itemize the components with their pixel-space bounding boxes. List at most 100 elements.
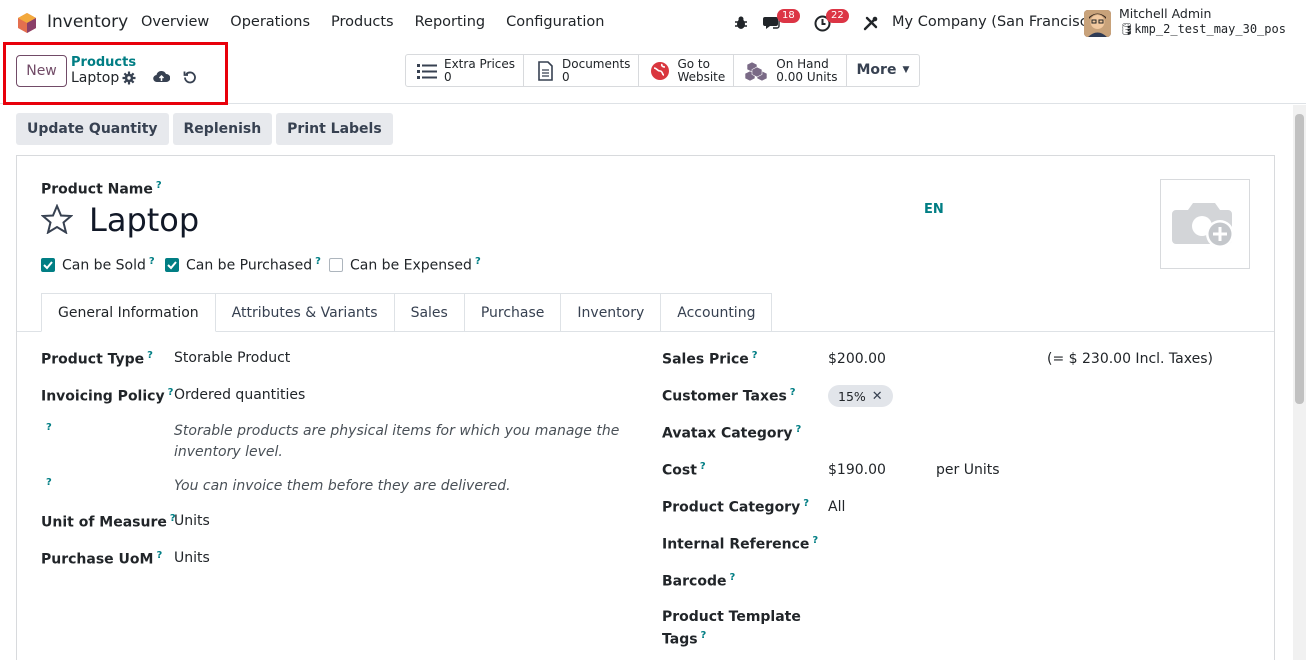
help-icon[interactable]: ?	[803, 498, 809, 509]
list-icon	[417, 63, 437, 79]
help-icon[interactable]: ?	[156, 180, 162, 191]
internal-reference-label: Internal Reference?	[662, 535, 819, 553]
app-name[interactable]: Inventory	[47, 12, 128, 32]
product-type-label: Product Type?	[41, 350, 153, 368]
avatar[interactable]	[1084, 10, 1111, 37]
inventory-app-icon[interactable]	[16, 12, 38, 34]
update-quantity-button[interactable]: Update Quantity	[16, 113, 169, 145]
product-template-tags-label: Product Template	[662, 609, 801, 625]
tab-general-information[interactable]: General Information	[41, 293, 216, 332]
close-icon[interactable]: ✕	[872, 389, 883, 404]
help-icon[interactable]: ?	[729, 572, 735, 583]
on-hand-button[interactable]: On Hand 0.00 Units	[734, 55, 847, 86]
invoicing-policy-label: Invoicing Policy?	[41, 387, 174, 405]
can-be-expensed-label: Can be Expensed?	[350, 256, 481, 274]
star-icon[interactable]	[41, 204, 73, 234]
menu-operations[interactable]: Operations	[230, 14, 310, 30]
highlight-box	[3, 42, 228, 105]
tab-attributes-variants[interactable]: Attributes & Variants	[215, 293, 395, 332]
cost-field[interactable]: $190.00	[828, 462, 886, 478]
sales-price-field[interactable]: $200.00	[828, 351, 886, 367]
menu-configuration[interactable]: Configuration	[506, 14, 604, 30]
form-tabs: General Information Attributes & Variant…	[41, 293, 773, 332]
tab-accounting[interactable]: Accounting	[661, 293, 773, 332]
replenish-button[interactable]: Replenish	[172, 113, 273, 145]
help-icon[interactable]: ?	[752, 350, 758, 361]
go-to-website-button[interactable]: Go to Website	[639, 55, 735, 86]
sales-price-label: Sales Price?	[662, 350, 758, 368]
add-photo-icon	[1172, 203, 1234, 248]
help-icon[interactable]: ?	[790, 387, 796, 398]
tab-inventory[interactable]: Inventory	[561, 293, 662, 332]
storable-note: Storable products are physical items for…	[174, 423, 620, 460]
check-icon	[43, 261, 53, 270]
can-be-sold-checkbox[interactable]	[41, 258, 55, 272]
help-icon[interactable]: ?	[147, 350, 153, 361]
invoicing-policy-field[interactable]: Ordered quantities	[174, 387, 305, 403]
help-icon[interactable]: ?	[475, 256, 481, 267]
product-category-field[interactable]: All	[828, 499, 845, 515]
menu-overview[interactable]: Overview	[141, 14, 209, 30]
database-icon: 🛢	[1119, 22, 1135, 36]
can-be-expensed-checkbox[interactable]	[329, 258, 343, 272]
tab-purchase[interactable]: Purchase	[464, 293, 562, 332]
more-button[interactable]: More ▼	[847, 55, 920, 86]
tab-sales[interactable]: Sales	[394, 293, 465, 332]
can-be-purchased-label: Can be Purchased?	[186, 256, 321, 274]
help-icon[interactable]: ?	[168, 387, 174, 398]
action-bar: Update Quantity Replenish Print Labels	[16, 113, 397, 145]
product-template-tags-label-2: Tags?	[662, 630, 707, 648]
settings-tools-icon[interactable]	[862, 12, 879, 34]
cost-label: Cost?	[662, 461, 706, 479]
debug-icon[interactable]	[733, 12, 749, 34]
scrollbar-thumb[interactable]	[1295, 114, 1304, 404]
top-menu: Overview Operations Products Reporting C…	[141, 14, 625, 30]
purchase-uom-label: Purchase UoM?	[41, 550, 163, 568]
help-icon[interactable]: ?	[156, 550, 162, 561]
extra-prices-button[interactable]: Extra Prices 0	[406, 55, 525, 86]
company-switcher[interactable]: My Company (San Francisco)	[892, 14, 1102, 30]
help-icon[interactable]: ?	[796, 424, 802, 435]
messages-badge: 18	[777, 9, 800, 23]
top-navbar: Inventory Overview Operations Products R…	[0, 0, 1306, 46]
form-sheet	[16, 155, 1275, 660]
can-be-sold-label: Can be Sold?	[62, 256, 155, 274]
product-type-field[interactable]: Storable Product	[174, 350, 290, 366]
barcode-label: Barcode?	[662, 572, 736, 590]
messages-button[interactable]: 18	[763, 9, 800, 34]
purchase-uom-field[interactable]: Units	[174, 550, 210, 566]
product-image[interactable]	[1160, 179, 1250, 269]
cost-unit: per Units	[936, 462, 1000, 478]
database-name: 🛢kmp_2_test_may_30_pos	[1119, 22, 1286, 36]
menu-reporting[interactable]: Reporting	[415, 14, 486, 30]
can-be-purchased-checkbox[interactable]	[165, 258, 179, 272]
incl-taxes-text: (= $ 230.00 Incl. Taxes)	[1047, 351, 1213, 367]
document-icon	[538, 60, 553, 81]
activities-badge: 22	[826, 9, 849, 23]
customer-taxes-label: Customer Taxes?	[662, 387, 796, 405]
user-name[interactable]: Mitchell Admin	[1119, 6, 1211, 21]
check-icon	[167, 261, 177, 270]
print-labels-button[interactable]: Print Labels	[276, 113, 393, 145]
menu-products[interactable]: Products	[331, 14, 394, 30]
help-icon[interactable]: ?	[149, 256, 155, 267]
help-icon[interactable]: ?	[701, 630, 707, 641]
uom-field[interactable]: Units	[174, 513, 210, 529]
cubes-icon	[744, 61, 768, 81]
product-name-field[interactable]: Laptop	[89, 201, 199, 239]
activities-button[interactable]: 22	[814, 9, 849, 34]
smart-buttons: Extra Prices 0 Documents 0 Go to Website On…	[405, 54, 921, 87]
avatax-category-label: Avatax Category?	[662, 424, 802, 442]
help-icon[interactable]: ?	[315, 256, 321, 267]
documents-button[interactable]: Documents 0	[524, 55, 640, 86]
help-icon[interactable]: ?	[46, 477, 52, 488]
help-icon[interactable]: ?	[700, 461, 706, 472]
caret-down-icon: ▼	[902, 65, 910, 75]
help-icon[interactable]: ?	[46, 422, 52, 433]
globe-icon	[651, 61, 670, 80]
product-name-label: Product Name?	[41, 180, 162, 198]
invoice-note: You can invoice them before they are del…	[174, 478, 511, 494]
tax-tag[interactable]: 15% ✕	[828, 385, 893, 407]
language-toggle[interactable]: EN	[924, 202, 944, 217]
help-icon[interactable]: ?	[812, 535, 818, 546]
